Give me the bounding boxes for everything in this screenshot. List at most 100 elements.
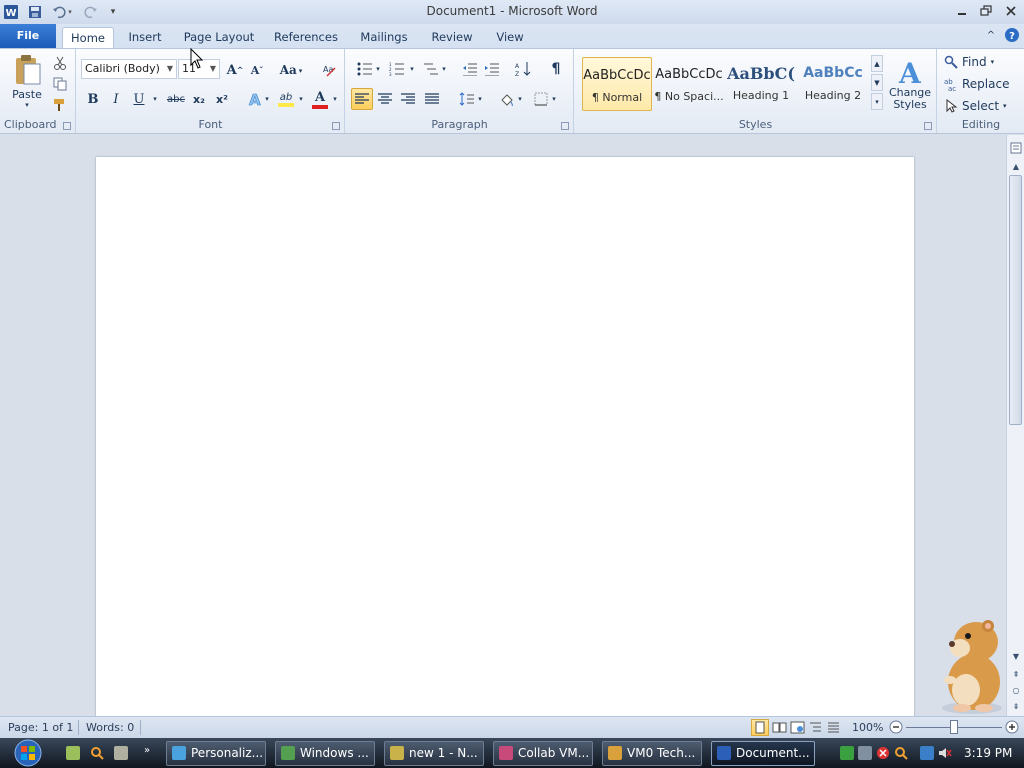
outline-view-icon[interactable] xyxy=(808,720,824,736)
change-case-button[interactable]: Aa ▾ xyxy=(277,60,305,80)
page-count[interactable]: Page: 1 of 1 xyxy=(8,721,73,734)
shading-dropdown-icon[interactable]: ▾ xyxy=(516,93,524,105)
shrink-font-button[interactable]: Aˇ xyxy=(247,60,267,80)
zoom-slider-handle[interactable] xyxy=(950,720,958,734)
replace-button[interactable]: ab ac Replace xyxy=(944,75,1020,93)
quick-launch-overflow-icon[interactable]: » xyxy=(144,745,150,756)
subscript-button[interactable]: x₂ xyxy=(189,89,209,109)
tray-security-alert-icon[interactable] xyxy=(876,746,890,760)
view-ruler-icon[interactable] xyxy=(1008,141,1024,155)
tab-mailings[interactable]: Mailings xyxy=(354,27,414,48)
underline-dropdown-icon[interactable]: ▾ xyxy=(151,93,159,105)
tray-search-icon[interactable] xyxy=(894,746,908,760)
bullets-icon[interactable] xyxy=(354,59,376,79)
print-layout-view-icon[interactable] xyxy=(751,719,769,736)
font-color-button[interactable]: A xyxy=(309,87,331,111)
scroll-up-icon[interactable]: ▲ xyxy=(1008,159,1024,173)
numbering-icon[interactable]: 123 xyxy=(386,59,408,79)
style-heading-2[interactable]: AaBbCc Heading 2 xyxy=(798,57,868,111)
format-painter-icon[interactable] xyxy=(52,97,68,113)
numbering-dropdown-icon[interactable]: ▾ xyxy=(408,63,416,75)
tab-insert[interactable]: Insert xyxy=(122,27,168,48)
show-formatting-marks-button[interactable]: ¶ xyxy=(546,59,566,79)
document-page[interactable] xyxy=(96,157,914,716)
change-styles-button[interactable]: A Change Styles xyxy=(887,53,933,115)
borders-icon[interactable] xyxy=(530,89,552,109)
style-normal[interactable]: AaBbCcDc ¶ Normal xyxy=(582,57,652,111)
highlight-dropdown-icon[interactable]: ▾ xyxy=(297,93,305,105)
line-spacing-icon[interactable] xyxy=(456,89,478,109)
styles-scroll-up-icon[interactable]: ▲ xyxy=(871,55,883,72)
style-heading-1[interactable]: AaBbC( Heading 1 xyxy=(726,57,796,111)
styles-dialog-launcher[interactable] xyxy=(924,122,932,130)
styles-more-icon[interactable]: ▾ xyxy=(871,93,883,110)
taskbar-item[interactable]: new 1 - N... xyxy=(384,741,484,766)
align-right-icon[interactable] xyxy=(398,89,418,109)
taskbar-item[interactable]: Windows ... xyxy=(275,741,375,766)
underline-button[interactable]: U xyxy=(129,89,149,109)
justify-icon[interactable] xyxy=(422,89,442,109)
draft-view-icon[interactable] xyxy=(826,720,842,736)
scrollbar-thumb[interactable] xyxy=(1009,175,1022,425)
sort-icon[interactable]: AZ xyxy=(512,59,534,79)
paste-button[interactable]: Paste ▾ xyxy=(8,53,46,109)
zoom-out-icon[interactable] xyxy=(889,720,903,734)
tab-references[interactable]: References xyxy=(270,27,342,48)
taskbar-item-active[interactable]: Document... xyxy=(711,741,815,766)
font-family-select[interactable]: Calibri (Body) ▼ xyxy=(81,59,177,79)
vertical-scrollbar[interactable]: ▲ ▼ ⇞ ○ ⇟ xyxy=(1006,135,1024,716)
clear-formatting-icon[interactable]: Aa xyxy=(319,60,339,80)
restore-button[interactable] xyxy=(974,2,998,20)
select-button[interactable]: Select ▾ xyxy=(944,97,1016,115)
clipboard-dialog-launcher[interactable] xyxy=(63,122,71,130)
speaker-muted-icon[interactable] xyxy=(938,746,952,760)
font-dialog-launcher[interactable] xyxy=(332,122,340,130)
minimize-button[interactable] xyxy=(950,2,974,20)
line-spacing-dropdown-icon[interactable]: ▾ xyxy=(476,93,484,105)
tab-view[interactable]: View xyxy=(490,27,530,48)
styles-scroll-down-icon[interactable]: ▼ xyxy=(871,74,883,91)
bullets-dropdown-icon[interactable]: ▾ xyxy=(374,63,382,75)
copy-icon[interactable] xyxy=(52,76,68,92)
superscript-button[interactable]: x² xyxy=(212,89,232,109)
multilevel-dropdown-icon[interactable]: ▾ xyxy=(440,63,448,75)
font-color-dropdown-icon[interactable]: ▾ xyxy=(331,93,339,105)
taskbar-item[interactable]: Personaliz... xyxy=(166,741,266,766)
tab-review[interactable]: Review xyxy=(426,27,478,48)
zoom-level[interactable]: 100% xyxy=(852,721,883,734)
tray-display-icon[interactable] xyxy=(920,746,934,760)
select-browse-object-icon[interactable]: ○ xyxy=(1008,683,1024,697)
align-center-icon[interactable] xyxy=(375,89,395,109)
previous-page-icon[interactable]: ⇞ xyxy=(1008,667,1024,681)
close-button[interactable] xyxy=(999,2,1023,20)
tab-page-layout[interactable]: Page Layout xyxy=(180,27,258,48)
scroll-down-icon[interactable]: ▼ xyxy=(1008,649,1024,663)
quick-launch-app-icon[interactable] xyxy=(114,746,128,760)
strikethrough-button[interactable]: abc xyxy=(165,89,187,109)
word-count[interactable]: Words: 0 xyxy=(86,721,134,734)
minimize-ribbon-icon[interactable]: ^ xyxy=(984,28,998,42)
grow-font-button[interactable]: A ^ xyxy=(225,60,245,80)
italic-button[interactable]: I xyxy=(106,89,126,109)
search-icon[interactable] xyxy=(90,746,104,760)
help-icon[interactable]: ? xyxy=(1004,27,1020,43)
align-left-icon[interactable] xyxy=(351,88,373,110)
find-button[interactable]: Find ▾ xyxy=(944,53,1016,71)
borders-dropdown-icon[interactable]: ▾ xyxy=(550,93,558,105)
bold-button[interactable]: B xyxy=(83,89,103,109)
cut-icon[interactable] xyxy=(52,55,68,71)
style-no-spacing[interactable]: AaBbCcDc ¶ No Spaci... xyxy=(654,57,724,111)
text-effects-dropdown-icon[interactable]: ▾ xyxy=(263,93,271,105)
shading-icon[interactable] xyxy=(496,89,518,109)
increase-indent-icon[interactable] xyxy=(482,59,502,79)
web-layout-icon[interactable] xyxy=(790,720,806,736)
zoom-in-icon[interactable] xyxy=(1005,720,1019,734)
taskbar-clock[interactable]: 3:19 PM xyxy=(964,746,1012,760)
tab-home[interactable]: Home xyxy=(62,27,114,48)
text-highlight-button[interactable]: ab xyxy=(275,87,297,111)
taskbar-item[interactable]: Collab VM... xyxy=(493,741,593,766)
tray-app-icon[interactable] xyxy=(840,746,854,760)
taskbar-item[interactable]: VM0 Tech... xyxy=(602,741,702,766)
multilevel-list-icon[interactable] xyxy=(420,59,442,79)
tab-file[interactable]: File xyxy=(0,24,56,48)
